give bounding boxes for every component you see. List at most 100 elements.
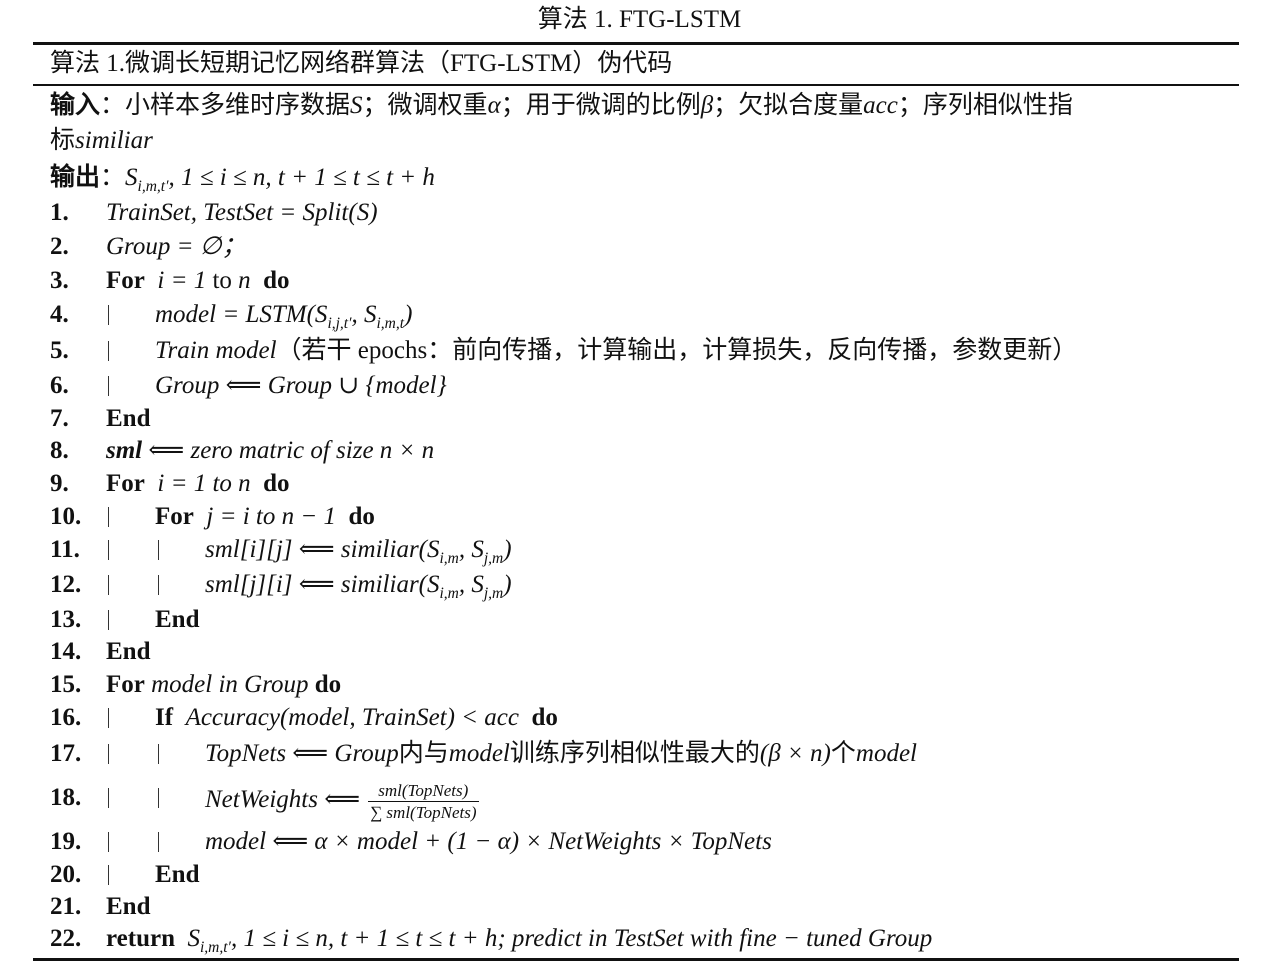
input-var-similiar: similiar bbox=[75, 127, 153, 154]
code-part: (β × n) bbox=[759, 740, 831, 767]
input-text-3: ；用于微调的比例 bbox=[500, 92, 701, 119]
step-code: Train model（若干 epochs：前向传播，计算输出，计算损失，反向传… bbox=[155, 334, 1077, 368]
indent-bar bbox=[158, 788, 159, 808]
step-number: 5. bbox=[50, 337, 69, 364]
keyword-do: do bbox=[263, 470, 290, 497]
code-comment: （若干 epochs：前向传播，计算输出，计算损失，反向传播，参数更新） bbox=[276, 337, 1078, 364]
step-code: Group = ∅； bbox=[106, 233, 247, 260]
step-code: If Accuracy(model, TrainSet) < acc do bbox=[155, 701, 558, 735]
fraction: sml(TopNets) ∑ sml(TopNets) bbox=[368, 781, 479, 822]
step-number: 4. bbox=[50, 301, 69, 328]
algorithm-header: 算法 1.微调长短期记忆网络群算法（FTG-LSTM）伪代码 bbox=[50, 50, 673, 77]
input-text-5: ；序列相似性指 bbox=[897, 92, 1073, 119]
step-code: TopNets ⟸ Group内与model训练序列相似性最大的(β × n)个… bbox=[205, 737, 917, 771]
output-range: , 1 ≤ i ≤ n, t + 1 ≤ t ≤ t + h bbox=[168, 164, 435, 191]
code-part: , 1 ≤ i ≤ n, t + 1 ≤ t ≤ t + h; predict … bbox=[230, 925, 933, 952]
input-var-beta: β bbox=[700, 92, 714, 119]
indent-bar bbox=[158, 744, 159, 764]
output-var-s: S bbox=[125, 164, 138, 191]
input-line: 输入：小样本多维时序数据S；微调权重α；用于微调的比例β；欠拟合度量acc；序列… bbox=[50, 89, 1073, 123]
indent-bar bbox=[108, 575, 109, 595]
fraction-denominator: ∑ sml(TopNets) bbox=[370, 803, 477, 822]
step-code: For i = 1 to n do bbox=[106, 264, 290, 298]
algorithm-caption: 算法 1. FTG-LSTM bbox=[537, 6, 742, 33]
step-code: For i = 1 to n do bbox=[106, 467, 290, 501]
indent-bar bbox=[108, 788, 109, 808]
code-part: model bbox=[448, 740, 510, 767]
code-part: ) bbox=[503, 571, 512, 598]
indent-bar bbox=[158, 575, 159, 595]
step-number: 16. bbox=[50, 704, 82, 731]
code-part: ) bbox=[503, 536, 512, 563]
step-number: 20. bbox=[50, 861, 82, 888]
code-subscript: i,m bbox=[439, 550, 459, 567]
step-number: 17. bbox=[50, 740, 82, 767]
keyword-do: do bbox=[314, 671, 342, 698]
input-line-cont: 标similiar bbox=[50, 124, 153, 158]
step-code: sml[j][i] ⟸ similiar(Si,m, Sj,m) bbox=[205, 568, 512, 602]
loop-bound: n bbox=[238, 267, 251, 294]
input-var-s: S bbox=[350, 92, 363, 119]
step-code: sml ⟸ zero matric of size n × n bbox=[106, 434, 434, 468]
keyword-for: For bbox=[106, 671, 145, 698]
input-text-4: ；欠拟合度量 bbox=[713, 92, 864, 119]
step-code: sml[i][j] ⟸ similiar(Si,m, Sj,m) bbox=[205, 533, 512, 567]
keyword-to: to bbox=[212, 267, 232, 294]
code-part: model = LSTM(S bbox=[155, 301, 328, 328]
output-subscript: i,m,t′ bbox=[137, 178, 169, 195]
step-number: 19. bbox=[50, 828, 82, 855]
code-part: NetWeights ⟸ bbox=[205, 786, 361, 814]
indent-bar bbox=[158, 832, 159, 852]
step-number: 14. bbox=[50, 638, 82, 665]
keyword-do: do bbox=[348, 503, 375, 530]
step-number: 15. bbox=[50, 671, 82, 698]
step-code: return Si,m,t′, 1 ≤ i ≤ n, t + 1 ≤ t ≤ t… bbox=[106, 922, 932, 956]
indent-bar bbox=[108, 540, 109, 560]
step-code: TrainSet, TestSet = Split(S) bbox=[106, 199, 378, 226]
output-label: 输出 bbox=[50, 164, 101, 191]
step-number: 13. bbox=[50, 606, 82, 633]
indent-bar bbox=[108, 865, 109, 885]
var-sml: sml bbox=[106, 437, 143, 464]
keyword-return: return bbox=[106, 925, 175, 952]
code-part: ⟸ zero matric of size n × n bbox=[148, 437, 435, 464]
code-part: sml[j][i] ⟸ similiar(S bbox=[205, 571, 440, 598]
code-part: Accuracy(model, TrainSet) < acc bbox=[185, 704, 519, 731]
input-text-6: 标 bbox=[50, 127, 76, 154]
code-part: i = 1 to n bbox=[157, 470, 251, 497]
code-subscript: i,m bbox=[439, 585, 459, 602]
code-part: 训练序列相似性最大的 bbox=[509, 740, 760, 767]
code-part: model in Group bbox=[151, 671, 309, 698]
step-number: 7. bbox=[50, 405, 69, 432]
code-part: , S bbox=[458, 536, 484, 563]
keyword-do: do bbox=[263, 267, 290, 294]
keyword-for: For bbox=[106, 470, 145, 497]
step-number: 1. bbox=[50, 199, 69, 226]
output-line: 输出：Si,m,t′, 1 ≤ i ≤ n, t + 1 ≤ t ≤ t + h bbox=[50, 161, 435, 195]
loop-init: i = 1 bbox=[157, 267, 207, 294]
keyword-end: End bbox=[106, 405, 151, 432]
step-code: For j = i to n − 1 do bbox=[155, 500, 375, 534]
step-number: 8. bbox=[50, 437, 69, 464]
indent-bar bbox=[108, 305, 109, 325]
code-part: S bbox=[187, 925, 200, 952]
code-part: model bbox=[855, 740, 917, 767]
input-colon: ： bbox=[100, 92, 126, 119]
input-text-2: ；微调权重 bbox=[362, 92, 488, 119]
code-part: TopNets ⟸ Group bbox=[205, 740, 399, 767]
indent-bar bbox=[158, 540, 159, 560]
input-var-alpha: α bbox=[487, 92, 501, 119]
input-var-acc: acc bbox=[863, 92, 898, 119]
step-code: For model in Group do bbox=[106, 668, 341, 702]
code-subscript: j,m bbox=[483, 585, 504, 602]
code-part: j = i to n − 1 bbox=[206, 503, 336, 530]
step-number: 9. bbox=[50, 470, 69, 497]
top-rule bbox=[33, 42, 1239, 45]
keyword-end: End bbox=[155, 606, 200, 633]
fraction-numerator: sml(TopNets) bbox=[368, 781, 479, 802]
code-subscript: i,j,t′ bbox=[327, 315, 352, 332]
indent-bar bbox=[108, 744, 109, 764]
keyword-if: If bbox=[155, 704, 174, 731]
code-part: ) bbox=[404, 301, 413, 328]
code-subscript: j,m bbox=[483, 550, 504, 567]
